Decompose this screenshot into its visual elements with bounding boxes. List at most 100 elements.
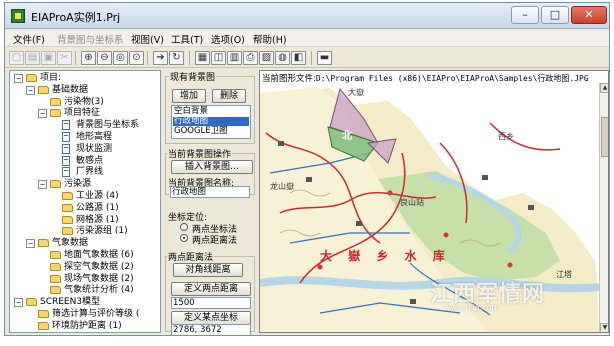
collapse-toggle-icon[interactable]: −	[26, 239, 35, 249]
tree-node[interactable]: − 项目:	[10, 73, 160, 84]
folder-button[interactable]: ▬	[317, 51, 332, 65]
folder-icon	[50, 274, 61, 283]
tree-node[interactable]: 现场气象数据 (2)	[10, 274, 160, 285]
background-list[interactable]: 空白背景 行政地图 GOOGLE卫图	[171, 105, 251, 139]
close-button[interactable]: ✕	[571, 6, 607, 24]
zoom-out-icon: ⊖	[100, 52, 109, 63]
tree-node[interactable]: 地形高程	[10, 132, 160, 143]
tree-node[interactable]: 敏感点	[10, 155, 160, 167]
tree-node-label: 气象统计分析 (4)	[64, 285, 134, 296]
save-button: ▣	[41, 51, 56, 65]
scroll-up-button[interactable]: ▲	[600, 83, 608, 93]
tree-node-label: 环境防护距离 (1)	[52, 320, 122, 331]
open-file-button: ▤	[25, 51, 40, 65]
add-background-button[interactable]: 增加	[172, 89, 206, 103]
tree-node[interactable]: 地面气象数据 (6)	[10, 250, 160, 261]
background-list-item[interactable]: GOOGLE卫图	[173, 127, 249, 136]
app-logo-icon	[11, 9, 25, 23]
scroll-thumb[interactable]	[601, 117, 608, 157]
folder-icon	[50, 251, 61, 259]
map-label-north: 北	[342, 131, 352, 142]
current-bg-name-field[interactable]: 行政地图	[170, 186, 250, 198]
menu-view[interactable]: 视图(V)	[131, 32, 164, 46]
zoom-in-button[interactable]: ⊕	[81, 51, 96, 65]
background-list-item[interactable]: 行政地图	[173, 117, 249, 126]
print-icon: ⎙	[246, 52, 255, 63]
grid-icon: ▦	[197, 52, 208, 63]
tree-node-label: 现场气象数据 (2)	[64, 273, 134, 284]
tree-node[interactable]: 污染物(3)	[10, 97, 160, 108]
tree-node[interactable]: 现状监测	[10, 143, 160, 155]
distance-value-field[interactable]: 1500	[171, 297, 251, 309]
collapse-toggle-icon[interactable]: −	[38, 109, 47, 119]
new-file-icon: ▢	[11, 52, 22, 63]
pan-arrow-button[interactable]: ➔	[153, 51, 168, 65]
collapse-toggle-icon[interactable]: −	[14, 298, 23, 308]
menu-tools[interactable]: 工具(T)	[171, 32, 203, 46]
define-distance-button[interactable]: 定义两点距离	[171, 282, 251, 296]
radio-two-point-coords[interactable]	[180, 223, 188, 231]
tree-node[interactable]: 背景图与坐标系	[10, 120, 160, 131]
folder-icon	[62, 227, 73, 236]
refresh-button[interactable]: ↻	[169, 51, 184, 65]
background-settings-panel: 现有背景图 增加 删除 空白背景 行政地图 GOOGLE卫图 当前背景图操作 插入背…	[164, 70, 256, 335]
tree-node[interactable]: 工业源 (4)	[10, 191, 160, 202]
menu-bar: 文件(F) 背景图与坐标系 视图(V) 工具(T) 选项(O) 帮助(H)	[5, 30, 609, 47]
zoom-out-button[interactable]: ⊖	[97, 51, 112, 65]
document-icon	[62, 120, 70, 131]
scroll-down-button[interactable]: ▼	[600, 323, 608, 332]
document-icon	[62, 167, 70, 178]
tree-node-label: 探空气象数据 (2)	[64, 261, 134, 272]
map-label-reservoir: 大 嶽 乡 水 库	[320, 249, 451, 263]
menu-file[interactable]: 文件(F)	[13, 32, 45, 46]
maximize-button[interactable]: □	[541, 6, 569, 24]
zoom-region-button[interactable]: ◎	[113, 51, 128, 65]
menu-options[interactable]: 选项(O)	[211, 32, 245, 46]
layers-button[interactable]: ◧	[291, 51, 306, 65]
menu-help[interactable]: 帮助(H)	[253, 32, 287, 46]
chart-button[interactable]: ◫	[211, 51, 226, 65]
collapse-toggle-icon[interactable]: −	[14, 74, 23, 83]
tree-node[interactable]: − 污染源	[10, 179, 160, 190]
tree-node[interactable]: 环境防护距离 (1)	[10, 321, 160, 332]
tree-node[interactable]: − 基础数据	[10, 85, 160, 96]
tree-node[interactable]: 公路源 (1)	[10, 203, 160, 214]
table-button[interactable]: ▥	[227, 51, 242, 65]
existing-backgrounds-title: 现有背景图	[169, 70, 217, 83]
tree-node[interactable]: − SCREEN3模型	[10, 297, 160, 308]
tree-node-label: 污染物(3)	[64, 96, 104, 107]
insert-background-button[interactable]: 插入背景图…	[171, 160, 253, 174]
tree-node[interactable]: 探空气象数据 (2)	[10, 262, 160, 273]
project-tree[interactable]: − 项目: − 基础数据 污染物(3) − 项目特征 背景图与坐标系 地形高程 现状监测 敏感点 厂界…	[9, 70, 161, 333]
zoom-full-button[interactable]: ⊙	[129, 51, 144, 65]
tree-node[interactable]: 网格源 (1)	[10, 215, 160, 226]
menu-background-coords: 背景图与坐标系	[57, 35, 124, 46]
collapse-toggle-icon[interactable]: −	[38, 180, 47, 190]
folder-icon	[50, 180, 61, 189]
grid-button[interactable]: ▦	[195, 51, 210, 65]
tree-node[interactable]: 筛选计算与评价等级 (	[10, 309, 160, 320]
minimize-button[interactable]: –	[511, 6, 539, 24]
radio-two-point-distance[interactable]	[180, 234, 188, 242]
tree-node-label: 项目:	[40, 73, 62, 83]
map-label-station: 良山站	[400, 198, 424, 207]
image-button[interactable]: ▨	[259, 51, 274, 65]
point-coord-field[interactable]: 2786, 3672	[171, 324, 251, 335]
title-bar[interactable]: EIAProA实例1.Prj – □ ✕	[5, 3, 609, 29]
tree-node[interactable]: − 气象数据	[10, 238, 160, 249]
tree-node-label: 筛选计算与评价等级 (	[52, 309, 140, 319]
map-vertical-scrollbar[interactable]: ▲ ▼	[599, 83, 608, 332]
palette-button[interactable]: ◍	[275, 51, 290, 65]
tree-node[interactable]: − 项目特征	[10, 108, 160, 119]
define-point-button[interactable]: 定义某点坐标	[171, 311, 251, 325]
tree-node[interactable]: 厂界线	[10, 167, 160, 178]
collapse-toggle-icon[interactable]: −	[26, 85, 35, 95]
delete-background-button[interactable]: 删除	[212, 89, 246, 103]
tree-node[interactable]: 气象统计分析 (4)	[10, 285, 160, 296]
window-title: EIAProA实例1.Prj	[31, 11, 121, 24]
tree-node[interactable]: 污染源组 (1)	[10, 226, 160, 237]
background-list-item[interactable]: 空白背景	[173, 107, 249, 116]
diagonal-distance-button[interactable]: 对角线距离	[173, 263, 243, 277]
tree-node-label: 项目特征	[64, 108, 101, 119]
print-button[interactable]: ⎙	[243, 51, 258, 65]
